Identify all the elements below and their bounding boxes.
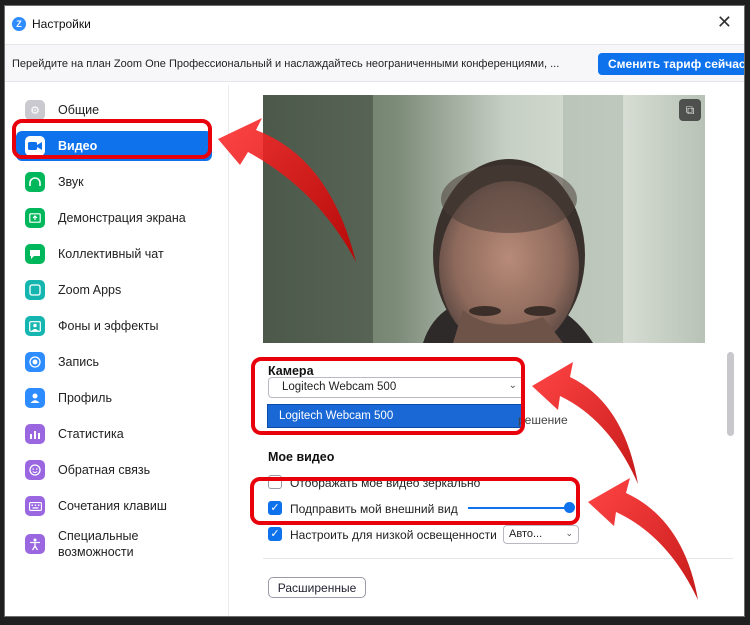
- upgrade-banner: Перейдите на план Zoom One Профессиональ…: [5, 44, 744, 82]
- sidebar-item-recording[interactable]: Запись: [16, 347, 212, 377]
- camera-select[interactable]: Logitech Webcam 500 ⌄: [268, 377, 525, 398]
- sidebar-item-general[interactable]: ⚙ Общие: [16, 95, 212, 125]
- low-light-checkbox[interactable]: ✓: [268, 527, 282, 541]
- copy-icon[interactable]: ⧉: [679, 99, 701, 121]
- divider: [263, 558, 733, 559]
- video-settings-panel: ⧉ Камера Logitech Webcam 500 ⌄ Logitech …: [230, 85, 744, 616]
- share-screen-icon: [25, 208, 45, 228]
- accessibility-icon: [25, 534, 45, 554]
- sidebar-item-label: Статистика: [58, 426, 124, 441]
- close-icon[interactable]: ✕: [717, 13, 732, 31]
- sidebar-item-label: Запись: [58, 354, 100, 369]
- my-video-section-label: Мое видео: [268, 450, 335, 464]
- headphones-icon: [25, 172, 45, 192]
- advanced-button[interactable]: Расширенные: [268, 577, 366, 598]
- sidebar-item-label: Видео: [58, 138, 98, 153]
- camera-preview: ⧉: [263, 95, 705, 343]
- chevron-down-icon: ⌄: [565, 528, 573, 538]
- window-title: Настройки: [32, 17, 91, 31]
- settings-sidebar: ⚙ Общие Видео Звук Демонстрация экрана К…: [5, 85, 229, 616]
- sidebar-item-label: Специальные возможности: [58, 528, 139, 559]
- hidden-option-text: решение: [518, 413, 568, 427]
- sidebar-item-label: Фоны и эффекты: [58, 318, 159, 333]
- touch-up-slider[interactable]: [468, 507, 572, 509]
- sidebar-item-shortcuts[interactable]: Сочетания клавиш: [16, 491, 212, 521]
- sidebar-item-profile[interactable]: Профиль: [16, 383, 212, 413]
- sidebar-item-label: Профиль: [58, 390, 112, 405]
- mirror-label: Отображать мое видео зеркально: [290, 476, 481, 490]
- background-icon: [25, 316, 45, 336]
- upgrade-now-button[interactable]: Сменить тариф сейчас: [598, 53, 744, 75]
- statistics-icon: [25, 424, 45, 444]
- sidebar-item-feedback[interactable]: Обратная связь: [16, 455, 212, 485]
- record-icon: [25, 352, 45, 372]
- content-scrollbar[interactable]: [727, 352, 734, 436]
- banner-text: Перейдите на план Zoom One Профессиональ…: [12, 58, 560, 70]
- chat-icon: [25, 244, 45, 264]
- camera-preview-image: [263, 95, 705, 343]
- sidebar-item-video[interactable]: Видео: [16, 131, 212, 161]
- sidebar-item-backgrounds[interactable]: Фоны и эффекты: [16, 311, 212, 341]
- sidebar-item-label: Сочетания клавиш: [58, 498, 167, 513]
- sidebar-item-zoom-apps[interactable]: Zoom Apps: [16, 275, 212, 305]
- sidebar-item-label: Демонстрация экрана: [58, 210, 186, 225]
- apps-icon: [25, 280, 45, 300]
- sidebar-item-audio[interactable]: Звук: [16, 167, 212, 197]
- touch-up-slider-handle[interactable]: [564, 502, 575, 513]
- sidebar-item-label: Звук: [58, 174, 84, 189]
- chevron-down-icon: ⌄: [508, 380, 517, 391]
- feedback-icon: [25, 460, 45, 480]
- sidebar-item-share-screen[interactable]: Демонстрация экрана: [16, 203, 212, 233]
- camera-section-label: Камера: [268, 364, 314, 378]
- sidebar-item-label: Zoom Apps: [58, 282, 122, 297]
- zoom-logo-icon: Z: [12, 17, 26, 31]
- sidebar-item-accessibility[interactable]: Специальные возможности: [16, 525, 212, 563]
- touch-up-label: Подправить мой внешний вид: [290, 502, 458, 516]
- low-light-select-value: Авто...: [509, 528, 543, 540]
- touch-up-checkbox[interactable]: ✓: [268, 501, 282, 515]
- low-light-select[interactable]: Авто... ⌄: [503, 525, 579, 544]
- profile-icon: [25, 388, 45, 408]
- mirror-checkbox[interactable]: [268, 475, 282, 489]
- camera-select-value: Logitech Webcam 500: [282, 381, 397, 393]
- gear-icon: ⚙: [25, 100, 45, 120]
- sidebar-item-label: Обратная связь: [58, 462, 151, 477]
- title-bar: Z Настройки ✕: [5, 6, 744, 40]
- camera-icon: [25, 136, 45, 156]
- settings-window: Z Настройки ✕ Перейдите на план Zoom One…: [4, 5, 745, 617]
- sidebar-item-label: Коллективный чат: [58, 246, 164, 261]
- sidebar-item-label: Общие: [58, 102, 100, 117]
- keyboard-icon: [25, 496, 45, 516]
- sidebar-item-statistics[interactable]: Статистика: [16, 419, 212, 449]
- sidebar-item-team-chat[interactable]: Коллективный чат: [16, 239, 212, 269]
- low-light-label: Настроить для низкой освещенности: [290, 528, 497, 542]
- camera-option[interactable]: Logitech Webcam 500: [267, 404, 523, 428]
